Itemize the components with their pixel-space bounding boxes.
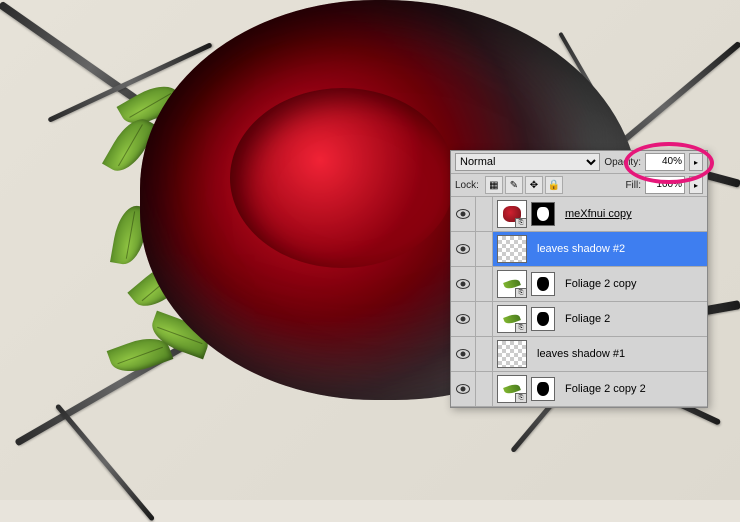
layer-thumbnails: ⎘	[493, 200, 559, 228]
lock-pixels-icon[interactable]: ✎	[505, 176, 523, 194]
layer-badge-icon: ⎘	[515, 288, 527, 298]
lock-transparency-icon[interactable]: ▦	[485, 176, 503, 194]
layer-badge-icon: ⎘	[515, 393, 527, 403]
layer-row[interactable]: ⎘ Foliage 2 copy	[451, 267, 707, 302]
lock-all-icon[interactable]: 🔒	[545, 176, 563, 194]
layer-name-label[interactable]: Foliage 2	[565, 313, 610, 325]
layer-row[interactable]: ⎘ Foliage 2 copy 2	[451, 372, 707, 407]
layer-name-label[interactable]: leaves shadow #1	[537, 348, 625, 360]
blend-opacity-row: Normal Opacity: 40% ▸	[451, 151, 707, 174]
link-column[interactable]	[476, 372, 493, 406]
visibility-eye-icon[interactable]	[451, 197, 476, 231]
link-column[interactable]	[476, 267, 493, 301]
fill-flyout-icon[interactable]: ▸	[689, 176, 703, 194]
visibility-eye-icon[interactable]	[451, 267, 476, 301]
layer-thumbnails: ⎘	[493, 375, 559, 403]
layer-row[interactable]: leaves shadow #1	[451, 337, 707, 372]
layers-panel: Normal Opacity: 40% ▸ Lock: ▦ ✎ ✥ 🔒 Fill…	[450, 150, 708, 408]
layer-name-label[interactable]: leaves shadow #2	[537, 243, 625, 255]
fill-value-field[interactable]: 100%	[645, 176, 685, 194]
layer-thumbnail[interactable]: ⎘	[497, 375, 527, 403]
layer-thumbnail[interactable]: ⎘	[497, 200, 527, 228]
link-column[interactable]	[476, 232, 493, 266]
layer-thumbnails: ⎘	[493, 270, 559, 298]
layer-mask-thumbnail[interactable]	[531, 307, 555, 331]
fill-label: Fill:	[625, 180, 641, 191]
layer-mask-thumbnail[interactable]	[531, 377, 555, 401]
layer-name-label[interactable]: Foliage 2 copy 2	[565, 383, 646, 395]
lock-fill-row: Lock: ▦ ✎ ✥ 🔒 Fill: 100% ▸	[451, 174, 707, 197]
lock-buttons: ▦ ✎ ✥ 🔒	[485, 176, 563, 194]
layer-row[interactable]: ⎘ meXfnui copy	[451, 197, 707, 232]
branch-graphic	[55, 403, 155, 521]
visibility-eye-icon[interactable]	[451, 372, 476, 406]
layer-name-label[interactable]: Foliage 2 copy	[565, 278, 637, 290]
layer-thumbnail[interactable]	[497, 340, 527, 368]
link-column[interactable]	[476, 302, 493, 336]
layer-thumbnails: ⎘	[493, 305, 559, 333]
layer-thumbnail[interactable]: ⎘	[497, 270, 527, 298]
opacity-flyout-icon[interactable]: ▸	[689, 153, 703, 171]
layer-mask-thumbnail[interactable]	[531, 202, 555, 226]
layer-thumbnails	[493, 235, 531, 263]
layer-thumbnails	[493, 340, 531, 368]
layer-badge-icon: ⎘	[515, 218, 527, 228]
link-column[interactable]	[476, 337, 493, 371]
layer-row[interactable]: ⎘ Foliage 2	[451, 302, 707, 337]
layer-thumbnail[interactable]: ⎘	[497, 305, 527, 333]
layer-row[interactable]: leaves shadow #2	[451, 232, 707, 267]
layer-mask-thumbnail[interactable]	[531, 272, 555, 296]
blend-mode-select[interactable]: Normal	[455, 153, 600, 171]
visibility-eye-icon[interactable]	[451, 337, 476, 371]
lock-position-icon[interactable]: ✥	[525, 176, 543, 194]
layer-thumbnail[interactable]	[497, 235, 527, 263]
link-column[interactable]	[476, 197, 493, 231]
visibility-eye-icon[interactable]	[451, 302, 476, 336]
layer-badge-icon: ⎘	[515, 323, 527, 333]
visibility-eye-icon[interactable]	[451, 232, 476, 266]
opacity-value-field[interactable]: 40%	[645, 153, 685, 171]
lock-label: Lock:	[455, 180, 479, 191]
opacity-label: Opacity:	[604, 157, 641, 168]
layer-name-label[interactable]: meXfnui copy	[565, 208, 632, 220]
